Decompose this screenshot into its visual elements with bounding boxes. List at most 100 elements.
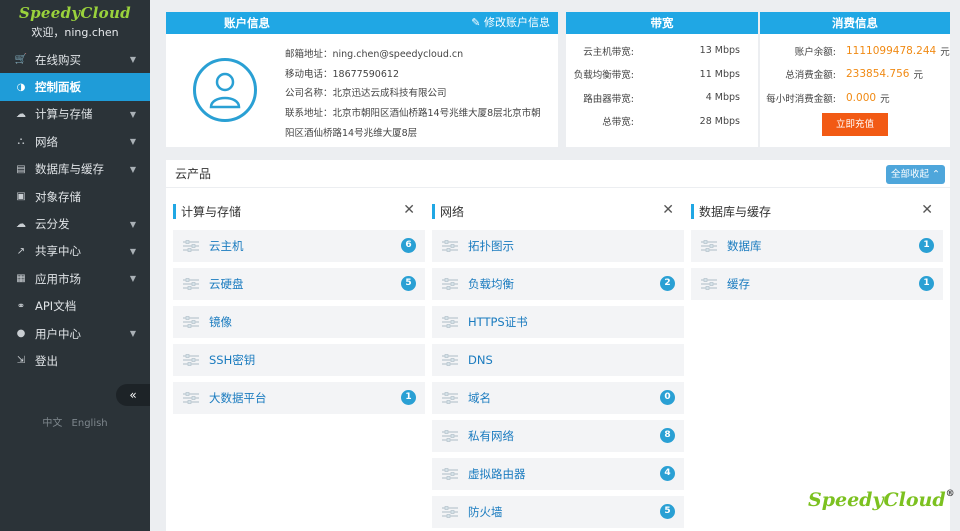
product-item[interactable]: 数据库 1 <box>691 230 943 262</box>
product-item[interactable]: 缓存 1 <box>691 268 943 300</box>
user-avatar-icon <box>209 72 241 109</box>
sidebar-item-10[interactable]: ● 用户中心 ▼ <box>0 320 150 347</box>
caret-down-icon: ▼ <box>129 55 136 65</box>
column-accent-bar <box>432 203 435 219</box>
sidebar-item-7[interactable]: ↗ 共享中心 ▼ <box>0 238 150 265</box>
product-item-label: 域名 <box>468 391 491 405</box>
count-badge: 0 <box>660 390 675 405</box>
bandwidth-panel: 带宽 云主机带宽: 13 Mbps 负载均衡带宽: 11 Mbps 路由器带宽: 4 Mb… <box>566 12 758 147</box>
sidebar-item-9[interactable]: ⚭ API文档 <box>0 293 150 320</box>
sidebar-item-8[interactable]: ▦ 应用市场 ▼ <box>0 265 150 292</box>
product-column-title: 计算与存储 <box>181 204 242 219</box>
product-item[interactable]: 防火墙 5 <box>432 496 684 528</box>
list-settings-icon <box>183 392 199 404</box>
column-accent-bar <box>691 203 694 219</box>
spending-unit: 元 <box>880 93 890 105</box>
close-icon[interactable]: ✕ <box>662 202 674 218</box>
list-settings-icon <box>442 240 458 252</box>
product-item-label: 防火墙 <box>468 505 503 519</box>
close-icon[interactable]: ✕ <box>921 202 933 218</box>
account-company: 公司名称：北京迅达云成科技有限公司 <box>285 88 447 99</box>
sidebar-item-1[interactable]: ◑ 控制面板 <box>0 73 150 101</box>
count-badge: 6 <box>401 238 416 253</box>
product-item[interactable]: 负载均衡 2 <box>432 268 684 300</box>
list-settings-icon <box>442 506 458 518</box>
collapse-all-button[interactable]: 全部收起 ⌃ <box>885 165 945 184</box>
recharge-button[interactable]: 立即充值 <box>822 113 888 136</box>
sidebar-item-label: 应用市场 <box>35 271 81 286</box>
product-item[interactable]: 云主机 6 <box>173 230 425 262</box>
caret-down-icon: ▼ <box>129 246 136 256</box>
sidebar-item-label: 云分发 <box>35 217 70 232</box>
spending-unit: 元 <box>913 70 923 82</box>
spending-value: 0.000 <box>846 91 877 104</box>
caret-down-icon: ▼ <box>129 329 136 339</box>
spending-value: 1111099478.244 <box>846 44 937 57</box>
spending-label: 账户余额: <box>794 46 836 58</box>
product-item-label: 镜像 <box>209 315 232 329</box>
spending-value: 233854.756 <box>846 68 910 81</box>
edit-account-label: 修改账户信息 <box>484 16 550 29</box>
brand-name: SpeedyCloud <box>808 489 946 511</box>
spending-label: 每小时消费金额: <box>766 93 836 105</box>
account-info: 邮箱地址：ning.chen@speedycloud.cn 移动电话：18677… <box>285 45 550 144</box>
product-item-label: 负载均衡 <box>468 277 514 291</box>
product-item[interactable]: 拓扑图示 <box>432 230 684 262</box>
close-icon[interactable]: ✕ <box>403 202 415 218</box>
product-item[interactable]: HTTPS证书 <box>432 306 684 338</box>
logo-text: SpeedyCloud <box>19 4 131 22</box>
list-settings-icon <box>183 354 199 366</box>
product-column-header: 网络 ✕ <box>432 198 684 224</box>
bandwidth-label: 总带宽: <box>602 117 634 129</box>
product-item[interactable]: 云硬盘 5 <box>173 268 425 300</box>
account-panel-header: 账户信息 ✎ 修改账户信息 <box>166 12 558 34</box>
sidebar-item-5[interactable]: ▣ 对象存储 <box>0 183 150 210</box>
sidebar: SpeedyCloud 欢迎，ning.chen 🛒 在线购买 ▼ ◑ 控制面板 ☁ 计算与… <box>0 0 150 531</box>
brand-logo: SpeedyCloud® <box>808 489 955 511</box>
column-accent-bar <box>173 203 176 219</box>
user-icon: ● <box>16 328 26 340</box>
list-settings-icon <box>183 316 199 328</box>
sidebar-item-0[interactable]: 🛒 在线购买 ▼ <box>0 46 150 73</box>
product-item[interactable]: 私有网络 8 <box>432 420 684 452</box>
spending-rows: 账户余额: 1111099478.244 元总消费金额: 233854.756 元每小时… <box>760 34 950 110</box>
product-item-label: 拓扑图示 <box>468 239 514 253</box>
product-item-label: 虚拟路由器 <box>468 467 526 481</box>
caret-down-icon: ▼ <box>129 109 136 119</box>
sidebar-collapse-button[interactable]: « <box>116 384 150 406</box>
edit-icon: ✎ <box>471 16 481 29</box>
product-item[interactable]: 域名 0 <box>432 382 684 414</box>
list-settings-icon <box>183 278 199 290</box>
spending-row: 总消费金额: 233854.756 元 <box>760 63 950 87</box>
bandwidth-row: 路由器带宽: 4 Mbps <box>566 86 758 110</box>
list-settings-icon <box>442 430 458 442</box>
sidebar-item-3[interactable]: ⛬ 网络 ▼ <box>0 128 150 155</box>
sidebar-item-11[interactable]: ⇲ 登出 <box>0 347 150 374</box>
lang-en-link[interactable]: English <box>72 418 108 429</box>
product-column-title: 数据库与缓存 <box>699 204 772 219</box>
sidebar-item-4[interactable]: ▤ 数据库与缓存 ▼ <box>0 156 150 183</box>
sidebar-item-6[interactable]: ☁ 云分发 ▼ <box>0 210 150 237</box>
sidebar-item-2[interactable]: ☁ 计算与存储 ▼ <box>0 101 150 128</box>
lang-zh-link[interactable]: 中文 <box>42 418 62 429</box>
share-icon: ↗ <box>16 245 26 257</box>
caret-down-icon: ▼ <box>129 137 136 147</box>
product-item[interactable]: 镜像 <box>173 306 425 338</box>
bandwidth-value: 28 Mbps <box>699 115 740 127</box>
product-item[interactable]: 大数据平台 1 <box>173 382 425 414</box>
product-item[interactable]: 虚拟路由器 4 <box>432 458 684 490</box>
spending-unit: 元 <box>940 46 950 58</box>
sidebar-item-label: 控制面板 <box>35 80 81 95</box>
sidebar-item-label: 计算与存储 <box>35 107 93 122</box>
chevron-up-icon: ⌃ <box>932 169 940 180</box>
account-title: 账户信息 <box>224 16 270 30</box>
list-settings-icon <box>442 278 458 290</box>
edit-account-link[interactable]: ✎ 修改账户信息 <box>471 12 550 34</box>
account-panel: 账户信息 ✎ 修改账户信息 邮箱地址：ning.chen@speedycloud… <box>166 12 558 147</box>
spending-panel: 消费信息 账户余额: 1111099478.244 元总消费金额: 233854.75… <box>760 12 950 147</box>
count-badge: 5 <box>660 504 675 519</box>
caret-down-icon: ▼ <box>129 164 136 174</box>
products-header: 云产品 全部收起 ⌃ <box>166 160 950 188</box>
product-item[interactable]: DNS <box>432 344 684 376</box>
product-item[interactable]: SSH密钥 <box>173 344 425 376</box>
